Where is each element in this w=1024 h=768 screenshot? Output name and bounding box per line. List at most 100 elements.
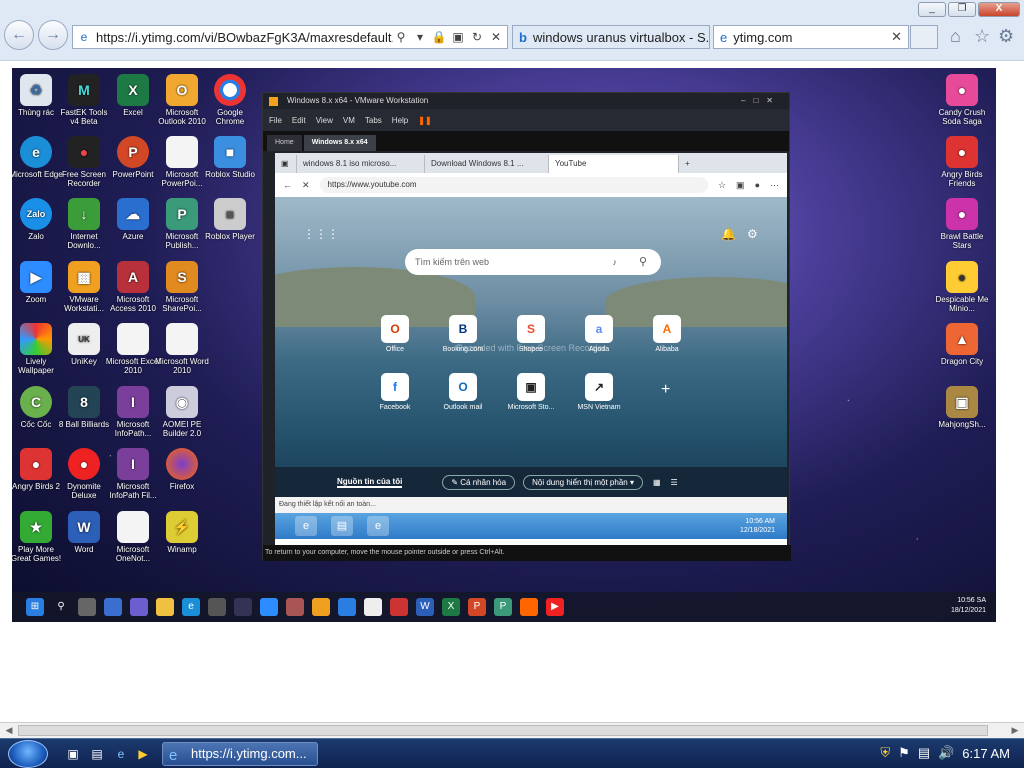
desktop-icon: ● Dynomite Deluxe	[56, 448, 112, 500]
sharepoint-icon: S	[166, 261, 198, 293]
dropdown-icon[interactable]: ▾	[412, 29, 428, 45]
minion-icon: ●	[946, 261, 978, 293]
edge-tab-actions-icon: ▣	[275, 155, 297, 173]
network-icon[interactable]: ▤	[918, 745, 930, 761]
media-player-icon[interactable]: ▶	[134, 745, 152, 763]
lock-icon[interactable]: 🔒	[431, 29, 447, 45]
ie-quicklaunch-icon[interactable]: e	[112, 745, 130, 763]
favorites-star-icon[interactable]: ☆	[974, 26, 990, 47]
icon-label: Dynomite Deluxe	[67, 482, 101, 500]
back-button[interactable]: ←	[4, 20, 34, 50]
tile-label: Facebook	[379, 404, 411, 411]
tile-label: Microsoft Sto...	[507, 404, 555, 411]
scroll-left-icon[interactable]: ◀	[2, 724, 16, 737]
add-site-icon: +	[661, 381, 671, 398]
excel-icon: X	[442, 598, 460, 616]
flag-icon[interactable]: ⚑	[898, 745, 910, 761]
compatibility-icon[interactable]: ▣	[450, 29, 466, 45]
start-button[interactable]	[8, 740, 48, 768]
pause-icon: ❚❚	[418, 115, 432, 125]
switch-windows-icon[interactable]: ▤	[88, 745, 106, 763]
guest-taskbar: e ▤ e 10:56 AM 12/18/2021	[275, 513, 787, 539]
taskbar-ie-window[interactable]: e https://i.ytimg.com...	[162, 742, 318, 766]
more-icon: ⋯	[770, 179, 779, 190]
icon-label: MahjongSh...	[938, 420, 986, 429]
scroll-right-icon[interactable]: ▶	[1008, 724, 1022, 737]
document-icon	[166, 323, 198, 355]
home-icon[interactable]: ⌂	[950, 26, 961, 47]
tile-label: MSN Vietnam	[577, 404, 621, 411]
close-button[interactable]: X	[978, 2, 1020, 17]
vm-tab-home: Home	[267, 135, 302, 151]
volume-icon[interactable]: 🔊	[938, 745, 954, 761]
outlook-mail-icon: O	[449, 373, 477, 401]
angry-birds-icon: ●	[20, 448, 52, 480]
tab-label: windows uranus virtualbox - S...	[532, 29, 710, 45]
close-tab-icon[interactable]: ✕	[891, 29, 902, 45]
search-icon[interactable]: ⚲	[393, 29, 409, 45]
desktop-icon: ● Angry Birds Friends	[934, 136, 990, 188]
desktop-icon: ▣ MahjongSh...	[934, 386, 990, 429]
icon-label: 8 Ball Billiards	[58, 420, 110, 429]
desktop-icon: ☁ Azure	[105, 198, 161, 241]
desktop-icon: Google Chrome	[202, 74, 258, 126]
icon-label: Word	[74, 545, 94, 554]
content-label: Nội dung hiển thị một phần	[532, 477, 628, 487]
task-view-icon	[78, 598, 96, 616]
icon-label: Zoom	[25, 295, 47, 304]
edge-icon: e	[182, 598, 200, 616]
powerpoint-icon: P	[468, 598, 486, 616]
address-text[interactable]: https://i.ytimg.com/vi/BOwbazFgK3A/maxre…	[92, 30, 393, 45]
folder-icon	[156, 598, 174, 616]
desktop-icon: ↓ Internet Downlo...	[56, 198, 112, 250]
icon-label: Microsoft Excel 2010	[105, 357, 161, 375]
stop-icon[interactable]: ✕	[488, 29, 504, 45]
search-placeholder: Tìm kiếm trên web	[415, 257, 490, 267]
scrollbar-thumb[interactable]	[18, 725, 988, 736]
start-icon: ⊞	[26, 598, 44, 616]
minimize-button[interactable]: _	[918, 2, 946, 17]
ie-page-icon: e	[80, 30, 88, 44]
desktop-icon: ⚡ Winamp	[154, 511, 210, 554]
maximize-button[interactable]: ❐	[948, 2, 976, 17]
forward-button[interactable]: →	[38, 20, 68, 50]
idm-icon: ↓	[68, 198, 100, 230]
quick-link-tile: O Office	[365, 315, 425, 353]
quick-link-tile: O Outlook mail	[433, 373, 493, 411]
horizontal-scrollbar[interactable]: ◀ ▶	[0, 722, 1024, 738]
vmware-icon	[312, 598, 330, 616]
icon-label: Roblox Studio	[205, 170, 255, 179]
feed-tab: Nguồn tin của tôi	[337, 476, 403, 488]
teams-icon	[130, 598, 148, 616]
desktop-icon: ● Brawl Battle Stars	[934, 198, 990, 250]
tab-bing[interactable]: b windows uranus virtualbox - S...	[512, 25, 710, 49]
icon-label: Internet Downlo...	[67, 232, 101, 250]
icon-label: Dragon City	[940, 357, 984, 366]
window-controls: _ ❐ X	[918, 2, 1020, 17]
refresh-icon[interactable]: ↻	[469, 29, 485, 45]
personalize-label: Cá nhân hóa	[460, 477, 507, 487]
quick-link-tile: S Shopee	[501, 315, 561, 353]
icon-label: Candy Crush Soda Saga	[938, 108, 986, 126]
angry-birds-friends-icon: ●	[946, 136, 978, 168]
icon-label: Microsoft Access 2010	[110, 295, 156, 313]
edge-icon: e	[20, 136, 52, 168]
displayed-image: ♻ Thùng rác M FastEK Tools v4 Beta X Excel …	[12, 68, 996, 622]
desktop-icon: ● Candy Crush Soda Saga	[934, 74, 990, 126]
edge-address-row: ← ✕ https://www.youtube.com ☆ ▣ ● ⋯	[275, 173, 787, 197]
gear-icon[interactable]: ⚙	[998, 26, 1014, 47]
new-tab-button[interactable]	[910, 25, 938, 49]
vmware-window: Windows 8.x x64 - VMware Workstation –□✕…	[262, 92, 791, 561]
candy-crush-icon: ●	[946, 74, 978, 106]
zoom-icon	[260, 598, 278, 616]
icon-label: Microsoft Outlook 2010	[158, 108, 206, 126]
desktop-icon: M FastEK Tools v4 Beta	[56, 74, 112, 126]
show-desktop-icon[interactable]: ▣	[64, 745, 82, 763]
tab-ytimg[interactable]: e ytimg.com ✕	[713, 25, 909, 49]
ie-icon: e	[169, 747, 178, 764]
host-taskbar: ⊞ ⚲ e W X P P ▶ 10:56 SA 18/12/2021	[12, 592, 996, 622]
taskbar-clock[interactable]: 6:17 AM	[962, 746, 1010, 761]
security-shield-icon[interactable]: ⛨	[880, 745, 890, 761]
address-bar[interactable]: e https://i.ytimg.com/vi/BOwbazFgK3A/max…	[72, 25, 508, 49]
agoda-icon: a	[585, 315, 613, 343]
